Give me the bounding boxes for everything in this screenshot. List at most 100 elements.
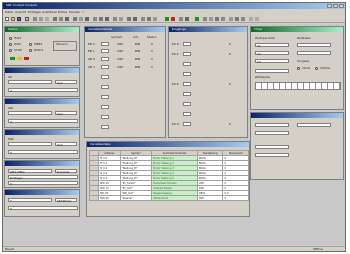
empty-row-field[interactable] — [101, 105, 109, 109]
close-button[interactable] — [339, 4, 344, 8]
tool-icon[interactable] — [185, 17, 189, 21]
save-icon[interactable] — [17, 17, 21, 21]
cell-symbol[interactable]: "Zaehler" — [119, 195, 153, 201]
radio-icon[interactable] — [9, 43, 12, 46]
tool-icon[interactable] — [215, 17, 219, 21]
cell-value[interactable]: 0 — [222, 195, 249, 201]
input-row-field[interactable] — [183, 52, 191, 56]
cell-comment[interactable]: Zählerstand — [151, 195, 199, 201]
output-format-select[interactable]: Dez — [55, 111, 77, 116]
tool-icon[interactable] — [73, 17, 77, 21]
input-title-bar[interactable] — [5, 68, 79, 73]
timer-option-field[interactable]: T3 — [255, 59, 289, 64]
print-icon[interactable] — [25, 17, 29, 21]
maximize-button[interactable] — [333, 4, 338, 8]
row-field[interactable] — [101, 57, 109, 61]
tool-icon[interactable] — [79, 17, 83, 21]
counter-field[interactable] — [255, 123, 289, 127]
tool-icon[interactable] — [99, 17, 103, 21]
tool-icon[interactable] — [65, 17, 69, 21]
empty-input-field[interactable] — [183, 72, 191, 76]
datablock-value-field[interactable]: 0 — [8, 181, 78, 186]
tool-icon[interactable] — [105, 17, 109, 21]
timer-field[interactable] — [255, 69, 289, 73]
empty-row-field[interactable] — [101, 115, 109, 119]
tool-icon[interactable] — [59, 17, 63, 21]
menu-item-extras[interactable]: Extras — [58, 10, 67, 14]
variable-table-title-bar[interactable]: Variablentabelle — [85, 27, 165, 32]
output-value-field[interactable]: 0 — [8, 119, 78, 124]
menu-item-insert[interactable]: Einfügen — [28, 10, 41, 14]
tool-icon[interactable] — [221, 17, 225, 21]
tool-icon[interactable] — [133, 17, 137, 21]
radio-icon[interactable] — [9, 49, 12, 52]
timer-option-field[interactable]: T2 — [255, 51, 289, 56]
radio-icon[interactable] — [9, 37, 12, 40]
memory-format-select[interactable]: Dez — [55, 142, 77, 147]
tool-icon[interactable] — [153, 17, 157, 21]
tool-icon[interactable] — [119, 17, 123, 21]
timer-value-field[interactable]: 0 — [8, 206, 78, 211]
control-button[interactable]: Steuern — [53, 41, 77, 51]
monitor-icon[interactable] — [195, 17, 199, 21]
output-address-field[interactable] — [8, 111, 52, 115]
run-icon[interactable] — [165, 17, 169, 21]
app-title-bar[interactable]: SRC Cockpit Console — [3, 3, 345, 9]
tool-icon[interactable] — [53, 17, 57, 21]
tool-icon[interactable] — [235, 17, 239, 21]
minimize-button[interactable] — [327, 4, 332, 8]
timebase-field[interactable] — [297, 51, 331, 55]
tool-icon[interactable] — [249, 17, 253, 21]
tool-icon[interactable] — [93, 17, 97, 21]
tool-icon[interactable] — [141, 17, 145, 21]
menu-item-file[interactable]: Datei — [5, 10, 13, 14]
timer-option-field[interactable]: T1 — [255, 43, 289, 48]
row-field[interactable] — [101, 49, 109, 53]
stop-icon[interactable] — [171, 17, 175, 21]
counter-field[interactable] — [297, 123, 331, 127]
empty-row-field[interactable] — [101, 95, 109, 99]
new-icon[interactable] — [5, 17, 9, 21]
input-value-field[interactable]: 0 — [8, 88, 78, 93]
menu-item-window[interactable]: Fenster — [69, 10, 80, 14]
tool-icon[interactable] — [147, 17, 151, 21]
timer-address-field[interactable]: T — [8, 198, 52, 203]
timebase-field[interactable] — [297, 43, 331, 47]
input-address-field[interactable] — [8, 80, 52, 84]
tool-icon[interactable] — [113, 17, 117, 21]
radio-icon[interactable] — [29, 43, 32, 46]
input-row-field[interactable] — [183, 122, 191, 126]
radio-icon[interactable] — [297, 67, 300, 70]
radio-icon[interactable] — [29, 49, 32, 52]
datablock-insert-field[interactable]: Einfügen — [8, 175, 78, 180]
empty-input-field[interactable] — [183, 92, 191, 96]
memory-address-field[interactable] — [8, 142, 52, 146]
counter-field[interactable] — [255, 145, 289, 149]
paste-icon[interactable] — [45, 17, 49, 21]
empty-input-field[interactable] — [183, 112, 191, 116]
empty-row-field[interactable] — [101, 125, 109, 129]
tool-icon[interactable] — [229, 17, 233, 21]
radio-icon[interactable] — [315, 67, 318, 70]
counter-title-bar[interactable] — [251, 113, 343, 118]
cpu-status-title-bar[interactable]: Status — [5, 27, 79, 32]
datablock-address-field[interactable]: DB1.DBW — [8, 169, 52, 174]
row-field[interactable] — [101, 65, 109, 69]
variable-list-title-bar[interactable]: Variablenliste — [87, 142, 249, 147]
menu-item-help[interactable]: ? — [82, 10, 84, 14]
counter-field[interactable] — [255, 131, 289, 135]
tool-icon[interactable] — [255, 17, 259, 21]
cell-format[interactable]: DEC — [197, 195, 224, 201]
memory-title-bar[interactable] — [5, 130, 79, 135]
cut-icon[interactable] — [33, 17, 37, 21]
tool-icon[interactable] — [209, 17, 213, 21]
open-icon[interactable] — [11, 17, 15, 21]
tool-icon[interactable] — [85, 17, 89, 21]
cell-address[interactable]: MW 30 — [98, 195, 121, 201]
tool-icon[interactable] — [241, 17, 245, 21]
counter-field[interactable] — [255, 153, 289, 157]
tool-icon[interactable] — [203, 17, 207, 21]
input-row-field[interactable] — [183, 42, 191, 46]
inputs-title-bar[interactable]: Eingänge — [169, 27, 247, 32]
empty-row-field[interactable] — [101, 85, 109, 89]
